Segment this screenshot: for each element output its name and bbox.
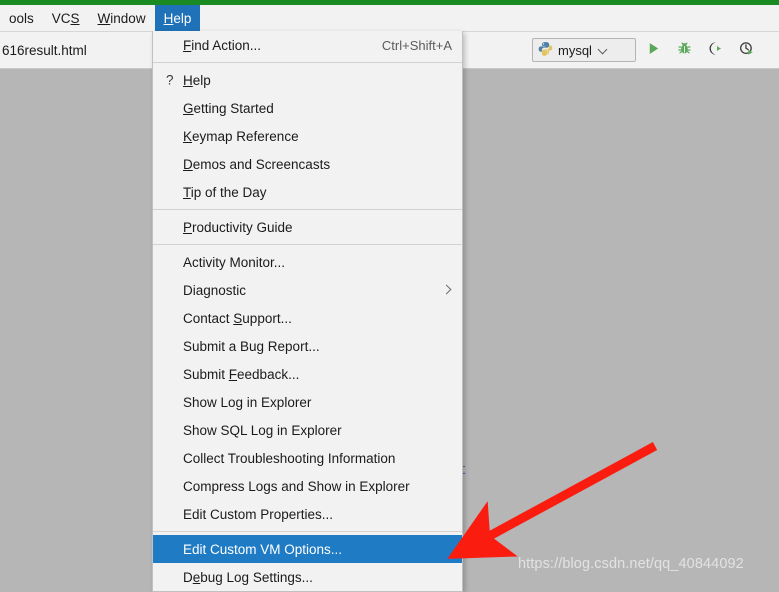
menu-item-shortcut: Ctrl+Shift+A [381,37,452,53]
menu-item-label: Show SQL Log in Explorer [183,422,342,438]
run-configuration-selector[interactable]: mysql [532,38,636,62]
menu-item-activity-monitor[interactable]: Activity Monitor... [153,248,462,276]
menu-separator-3 [153,244,462,245]
menu-item-submit-a-bug-report[interactable]: Submit a Bug Report... [153,332,462,360]
menu-item-label: Diagnostic [183,282,247,298]
profile-button[interactable] [732,36,760,64]
menu-item-label: Compress Logs and Show in Explorer [183,478,410,494]
menu-item-debug-log-settings[interactable]: Debug Log Settings... [153,563,462,591]
run-icon [646,41,661,59]
menu-item-diagnostic[interactable]: Diagnostic [153,276,462,304]
menu-item-label: Getting Started [183,100,274,116]
menubar-item-vcs[interactable]: VCS [43,5,89,31]
menu-item-label: Debug Log Settings... [183,569,313,585]
run-button[interactable] [639,36,667,64]
python-icon [538,41,553,59]
menu-item-label: Submit a Bug Report... [183,338,320,354]
menu-item-label: Edit Custom VM Options... [183,541,343,557]
run-with-coverage-button[interactable] [701,36,729,64]
menu-item-edit-custom-vm-options[interactable]: Edit Custom VM Options... [153,535,462,563]
menu-item-demos-and-screencasts[interactable]: Demos and Screencasts [153,150,462,178]
watermark-text: https://blog.csdn.net/qq_40844092 [518,556,744,572]
menu-item-label: Submit Feedback... [183,366,300,382]
menu-item-label: Tip of the Day [183,184,267,200]
menu-item-label: Demos and Screencasts [183,156,331,172]
menu-item-label: Contact Support... [183,310,292,326]
menubar-item-label: Window [97,10,146,26]
bug-icon [677,41,692,59]
editor-left-panel [0,69,153,588]
menu-item-compress-logs-and-show-in-explorer[interactable]: Compress Logs and Show in Explorer [153,472,462,500]
question-mark-icon: ? [166,72,174,88]
menubar-item-tools[interactable]: ools [0,5,43,31]
menubar-item-label: ools [9,10,34,26]
menu-item-productivity-guide[interactable]: Productivity Guide [153,213,462,241]
menu-bar: ools VCS Window Help [0,5,779,32]
menubar-item-window[interactable]: Window [89,5,155,31]
menubar-item-help[interactable]: Help [154,5,201,31]
menubar-item-label: VCS [51,10,80,26]
menu-item-label: Edit Custom Properties... [183,506,334,522]
menu-item-label: Help [183,72,211,88]
menu-item-help[interactable]: ? Help [153,66,462,94]
coverage-icon [708,41,723,59]
menubar-item-label: Help [163,10,192,26]
debug-button[interactable] [670,36,698,64]
menu-separator-2 [153,209,462,210]
menu-item-show-sql-log-in-explorer[interactable]: Show SQL Log in Explorer [153,416,462,444]
menu-item-edit-custom-properties[interactable]: Edit Custom Properties... [153,500,462,528]
editor-tab-strip: 616result.html [0,32,153,69]
editor-tab-label[interactable]: 616result.html [0,43,87,58]
run-configuration-name: mysql [558,42,592,58]
menu-item-collect-troubleshooting-information[interactable]: Collect Troubleshooting Information [153,444,462,472]
profile-clock-icon [739,41,754,59]
menu-item-show-log-in-explorer[interactable]: Show Log in Explorer [153,388,462,416]
menu-item-label: Productivity Guide [183,219,293,235]
menu-item-contact-support[interactable]: Contact Support... [153,304,462,332]
menu-separator-1 [153,62,462,63]
menu-item-find-action[interactable]: Find Action... Ctrl+Shift+A [153,31,462,59]
menu-item-label: Find Action... [183,37,262,53]
main-toolbar: mysql [462,32,779,69]
menu-item-label: Show Log in Explorer [183,394,312,410]
chevron-right-icon [442,285,452,295]
help-dropdown-menu: Find Action... Ctrl+Shift+A? Help Getting S… [152,31,463,592]
menu-item-getting-started[interactable]: Getting Started [153,94,462,122]
menu-separator-4 [153,531,462,532]
menu-item-label: Activity Monitor... [183,254,286,270]
menu-item-submit-feedback[interactable]: Submit Feedback... [153,360,462,388]
menu-item-keymap-reference[interactable]: Keymap Reference [153,122,462,150]
chevron-down-icon[interactable] [598,45,609,56]
menu-item-label: Keymap Reference [183,128,299,144]
menu-item-tip-of-the-day[interactable]: Tip of the Day [153,178,462,206]
menu-item-label: Collect Troubleshooting Information [183,450,396,466]
